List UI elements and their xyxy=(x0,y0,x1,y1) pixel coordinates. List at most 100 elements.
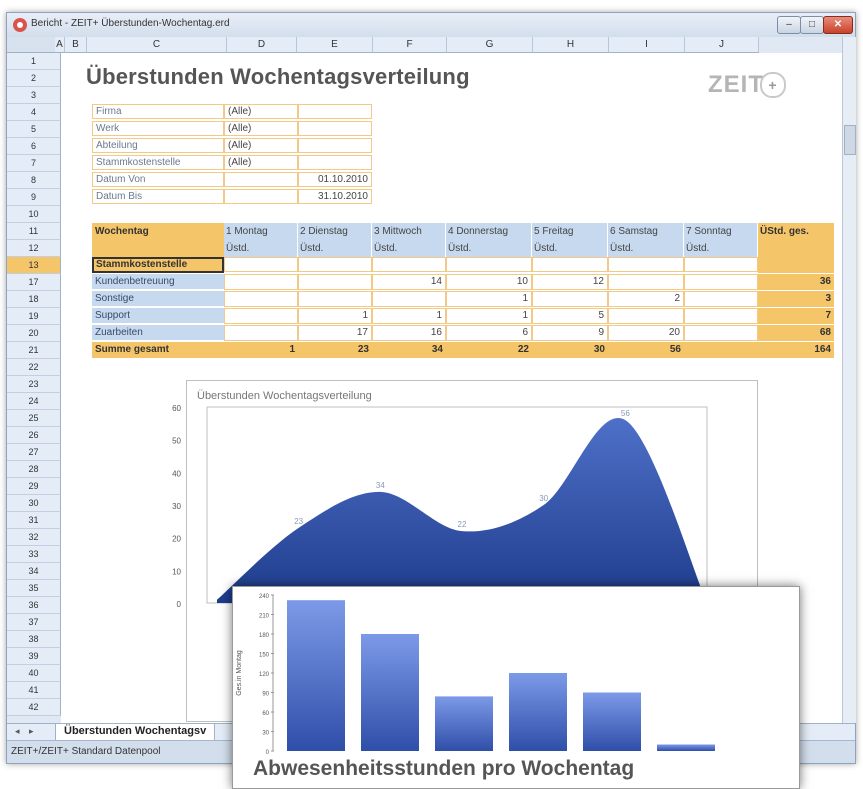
day-header[interactable]: 5 Freitag xyxy=(532,223,608,240)
row-label[interactable]: Support xyxy=(92,308,224,324)
sum-cell[interactable]: 56 xyxy=(608,342,684,358)
sum-total[interactable]: 164 xyxy=(758,342,834,358)
row-header[interactable]: 37 xyxy=(7,614,61,631)
row-label[interactable]: Kundenbetreuung xyxy=(92,274,224,290)
data-cell[interactable]: 1 xyxy=(446,308,532,324)
data-cell[interactable] xyxy=(298,291,372,307)
data-cell[interactable]: 16 xyxy=(372,325,446,341)
row-header[interactable]: 11 xyxy=(7,223,61,240)
data-cell[interactable] xyxy=(298,274,372,290)
select-all-corner[interactable] xyxy=(7,37,61,53)
column-header-g[interactable]: G xyxy=(447,37,533,53)
filter-extra[interactable] xyxy=(298,138,372,153)
sum-cell[interactable]: 34 xyxy=(372,342,446,358)
data-cell[interactable]: 5 xyxy=(532,308,608,324)
filter-extra[interactable]: 31.10.2010 xyxy=(298,189,372,204)
row-header[interactable]: 35 xyxy=(7,580,61,597)
row-header[interactable]: 7 xyxy=(7,155,61,172)
row-header[interactable]: 10 xyxy=(7,206,61,223)
sum-cell[interactable]: 23 xyxy=(298,342,372,358)
row-header[interactable]: 4 xyxy=(7,104,61,121)
day-header[interactable]: 6 Samstag xyxy=(608,223,684,240)
row-header[interactable]: 8 xyxy=(7,172,61,189)
filter-label[interactable]: Stammkostenstelle xyxy=(92,155,224,170)
vertical-scrollbar[interactable] xyxy=(842,37,856,723)
empty-cell[interactable] xyxy=(372,257,446,272)
row-header[interactable]: 5 xyxy=(7,121,61,138)
data-cell[interactable]: 10 xyxy=(446,274,532,290)
row-header[interactable]: 21 xyxy=(7,342,61,359)
filter-extra[interactable] xyxy=(298,155,372,170)
empty-cell[interactable] xyxy=(298,257,372,272)
row-total[interactable]: 36 xyxy=(758,274,834,290)
data-cell[interactable]: 14 xyxy=(372,274,446,290)
data-cell[interactable]: 1 xyxy=(446,291,532,307)
sum-label[interactable]: Summe gesamt xyxy=(92,342,224,358)
filter-label[interactable]: Werk xyxy=(92,121,224,136)
day-unit[interactable]: Üstd. xyxy=(608,240,684,257)
close-button[interactable]: ✕ xyxy=(823,16,853,34)
data-cell[interactable] xyxy=(684,274,758,290)
data-cell[interactable]: 20 xyxy=(608,325,684,341)
maximize-button[interactable]: □ xyxy=(800,16,824,34)
wochentag-header[interactable]: Wochentag xyxy=(92,223,224,240)
filter-value[interactable]: (Alle) xyxy=(224,155,298,170)
column-header-c[interactable]: C xyxy=(87,37,227,53)
data-cell[interactable] xyxy=(684,325,758,341)
bar-chart-popup[interactable]: 0 30 60 90 120 150 180 210 240 Ges.in Montag Abwe… xyxy=(232,586,800,789)
row-header[interactable]: 32 xyxy=(7,529,61,546)
tab-next-arrow[interactable]: ▸ xyxy=(29,726,34,737)
row-header[interactable]: 31 xyxy=(7,512,61,529)
day-header[interactable]: 3 Mittwoch xyxy=(372,223,446,240)
filter-label[interactable]: Abteilung xyxy=(92,138,224,153)
data-cell[interactable]: 1 xyxy=(298,308,372,324)
data-cell[interactable] xyxy=(372,291,446,307)
empty-cell[interactable] xyxy=(684,257,758,272)
data-cell[interactable]: 6 xyxy=(446,325,532,341)
filter-value[interactable] xyxy=(224,172,298,187)
data-cell[interactable]: 9 xyxy=(532,325,608,341)
filter-value[interactable]: (Alle) xyxy=(224,104,298,119)
row-total[interactable]: 7 xyxy=(758,308,834,324)
row-header[interactable]: 34 xyxy=(7,563,61,580)
row-header[interactable]: 19 xyxy=(7,308,61,325)
row-header[interactable]: 29 xyxy=(7,478,61,495)
total-header[interactable]: ÜStd. ges. xyxy=(758,223,834,257)
column-header-h[interactable]: H xyxy=(533,37,609,53)
row-header[interactable]: 36 xyxy=(7,597,61,614)
filter-extra[interactable] xyxy=(298,104,372,119)
data-cell[interactable]: 1 xyxy=(372,308,446,324)
row-label[interactable]: Zuarbeiten xyxy=(92,325,224,341)
row-header[interactable]: 3 xyxy=(7,87,61,104)
data-cell[interactable] xyxy=(224,274,298,290)
minimize-button[interactable]: – xyxy=(777,16,801,34)
row-label[interactable]: Sonstige xyxy=(92,291,224,307)
sum-cell[interactable]: 22 xyxy=(446,342,532,358)
row-header[interactable]: 24 xyxy=(7,393,61,410)
row-header[interactable]: 2 xyxy=(7,70,61,87)
data-cell[interactable] xyxy=(224,325,298,341)
row-header[interactable]: 6 xyxy=(7,138,61,155)
column-header-e[interactable]: E xyxy=(297,37,373,53)
filter-extra[interactable] xyxy=(298,121,372,136)
data-cell[interactable]: 17 xyxy=(298,325,372,341)
row-header[interactable]: 22 xyxy=(7,359,61,376)
column-header-i[interactable]: I xyxy=(609,37,685,53)
day-unit[interactable]: Üstd. xyxy=(684,240,758,257)
data-cell[interactable] xyxy=(608,274,684,290)
filter-label[interactable]: Datum Bis xyxy=(92,189,224,204)
scroll-thumb[interactable] xyxy=(844,125,856,155)
row-header[interactable]: 30 xyxy=(7,495,61,512)
row-header[interactable]: 17 xyxy=(7,274,61,291)
day-header[interactable]: 2 Dienstag xyxy=(298,223,372,240)
column-header-j[interactable]: J xyxy=(685,37,759,53)
row-header[interactable]: 39 xyxy=(7,648,61,665)
day-unit[interactable]: Üstd. xyxy=(532,240,608,257)
data-cell[interactable] xyxy=(532,291,608,307)
data-cell[interactable] xyxy=(224,308,298,324)
column-header-f[interactable]: F xyxy=(373,37,447,53)
day-unit[interactable]: Üstd. xyxy=(372,240,446,257)
day-unit[interactable]: Üstd. xyxy=(446,240,532,257)
column-header-a[interactable]: A xyxy=(55,37,65,53)
row-header[interactable]: 42 xyxy=(7,699,61,716)
